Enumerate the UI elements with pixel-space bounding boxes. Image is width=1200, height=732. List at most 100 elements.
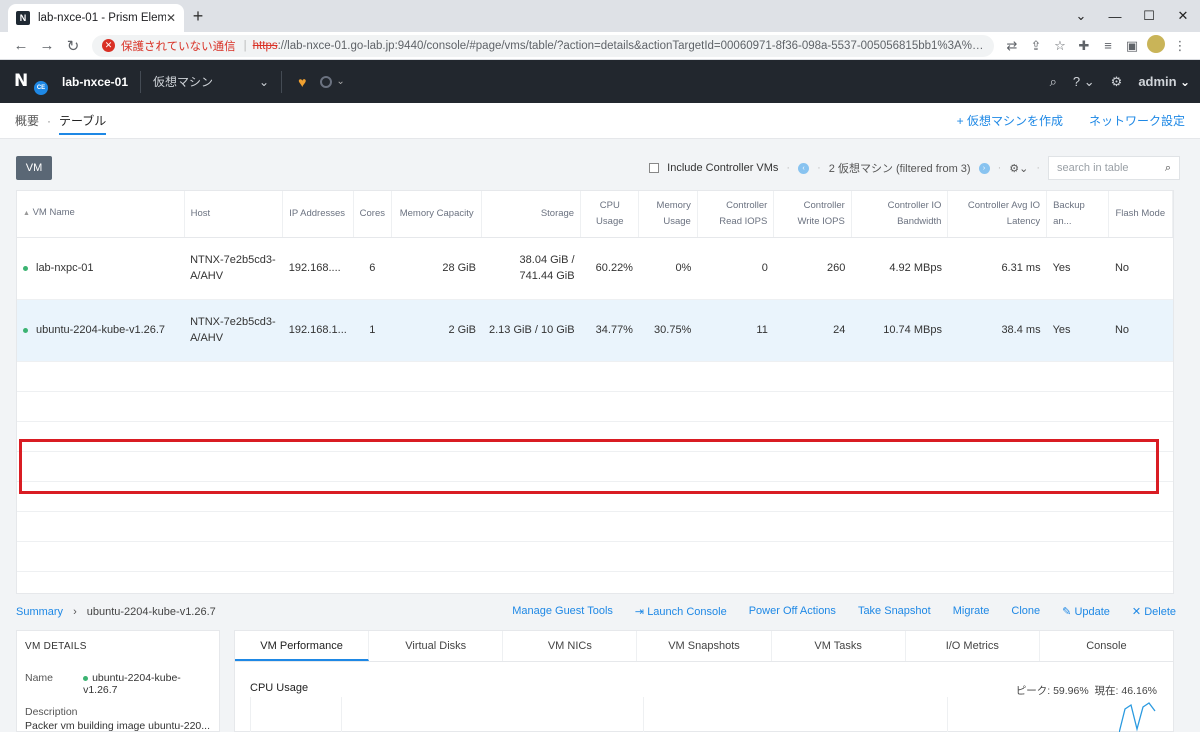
extensions-icon[interactable]: ✚ (1072, 38, 1096, 54)
table-search-input[interactable]: search in table ⌕ (1048, 156, 1180, 180)
migrate-button[interactable]: Migrate (953, 605, 990, 618)
flash-cell: No (1108, 237, 1173, 300)
table-settings-gear-icon[interactable]: ⚙⌄ (1009, 162, 1028, 175)
tab-io-metrics[interactable]: I/O Metrics (906, 631, 1040, 661)
chart-gridline (250, 697, 251, 732)
col-ip-addresses[interactable]: IP Addresses (282, 191, 354, 238)
description-label: Description (25, 706, 78, 718)
section-dropdown[interactable]: 仮想マシン ⌄ (153, 73, 269, 90)
mem-usage-cell: 0% (638, 237, 698, 300)
insecure-warning-icon: ✕ (102, 39, 115, 52)
ip-cell: 192.168.1... (282, 299, 354, 362)
col-cores[interactable]: Cores (353, 191, 392, 238)
close-window-icon[interactable]: ✕ (1166, 0, 1200, 32)
alerts-chevron-icon[interactable]: ⌄ (336, 76, 344, 87)
tab-table[interactable]: テーブル (59, 112, 107, 135)
bookmark-star-icon[interactable]: ☆ (1048, 38, 1072, 54)
tab-console[interactable]: Console (1040, 631, 1173, 661)
table-row-selected[interactable]: ubuntu-2204-kube-v1.26.7 NTNX-7e2b5cd3-A… (17, 299, 1173, 362)
col-memory-usage[interactable]: Memory Usage (638, 191, 698, 238)
tab-vm-performance[interactable]: VM Performance (235, 631, 370, 661)
table-toolbar: Include Controller VMs · ‹ · 2 仮想マシン (fi… (649, 156, 1180, 180)
col-storage[interactable]: Storage (481, 191, 582, 238)
col-controller-read-iops[interactable]: Controller Read IOPS (697, 191, 775, 238)
user-menu[interactable]: admin ⌄ (1138, 74, 1190, 89)
selected-vm-crumb: ubuntu-2204-kube-v1.26.7 (86, 605, 216, 618)
profile-avatar-icon[interactable] (1144, 35, 1168, 56)
power-off-actions-button[interactable]: Power Off Actions (749, 605, 836, 618)
take-snapshot-button[interactable]: Take Snapshot (858, 605, 931, 618)
cpu-cell: 34.77% (580, 299, 639, 362)
summary-link[interactable]: Summary (16, 606, 63, 618)
maximize-icon[interactable]: ☐ (1132, 0, 1166, 32)
app-header: N CE lab-nxce-01 仮想マシン ⌄ ♥ ⌄ ⌕ ? ⌄ ⚙ admi… (0, 60, 1200, 103)
empty-row (17, 391, 1173, 422)
vm-name-cell[interactable]: ubuntu-2204-kube-v1.26.7 (17, 299, 185, 362)
chart-gridline (643, 697, 644, 732)
nutanix-logo-icon[interactable]: N CE (14, 71, 48, 95)
tab-overview[interactable]: 概要 (15, 112, 39, 129)
address-bar: ← → ↻ ✕ 保護されていない通信 | https ://lab-nxce-0… (0, 32, 1200, 60)
col-backup[interactable]: Backup an... (1046, 191, 1110, 238)
reading-list-icon[interactable]: ≡ (1096, 38, 1120, 53)
help-icon[interactable]: ? ⌄ (1073, 74, 1095, 90)
pencil-icon: ✎ (1062, 606, 1072, 618)
create-vm-link[interactable]: + 仮想マシンを作成 (957, 112, 1063, 129)
col-host[interactable]: Host (184, 191, 284, 238)
clone-button[interactable]: Clone (1011, 605, 1040, 618)
new-tab-icon[interactable]: + (188, 6, 208, 27)
host-cell: NTNX-7e2b5cd3-A/AHV (184, 299, 283, 362)
update-button[interactable]: ✎ Update (1062, 605, 1110, 618)
security-warning[interactable]: 保護されていない通信 (121, 38, 236, 54)
col-controller-write-iops[interactable]: Controller Write IOPS (773, 191, 852, 238)
col-cpu-usage[interactable]: CPU Usage (580, 191, 640, 238)
health-heart-icon[interactable]: ♥ (298, 74, 306, 90)
tab-vm-snapshots[interactable]: VM Snapshots (637, 631, 772, 661)
col-controller-avg-io-latency[interactable]: Controller Avg IO Latency (947, 191, 1048, 238)
toolbar-dot: · (786, 162, 791, 174)
tab-virtual-disks[interactable]: Virtual Disks (369, 631, 504, 661)
tab-vm-nics[interactable]: VM NICs (503, 631, 638, 661)
main-content: VM Include Controller VMs · ‹ · 2 仮想マシン … (0, 139, 1200, 732)
launch-console-button[interactable]: ⇥ Launch Console (635, 605, 727, 618)
url-field[interactable]: ✕ 保護されていない通信 | https ://lab-nxce-01.go-l… (92, 34, 994, 57)
latency-cell: 38.4 ms (947, 299, 1047, 362)
minimize-icon[interactable]: — (1098, 0, 1132, 32)
include-controller-label[interactable]: Include Controller VMs (667, 162, 778, 174)
back-icon[interactable]: ← (8, 37, 34, 54)
write-iops-cell: 260 (773, 237, 852, 300)
delete-button[interactable]: ✕ Delete (1132, 605, 1176, 618)
next-page-icon[interactable]: › (978, 162, 990, 174)
subnav-dot: · (47, 113, 52, 128)
prev-page-icon[interactable]: ‹ (798, 162, 810, 174)
network-config-link[interactable]: ネットワーク設定 (1089, 112, 1185, 129)
reload-icon[interactable]: ↻ (60, 37, 86, 55)
tab-search-icon[interactable]: ⌄ (1064, 0, 1098, 32)
sidepanel-icon[interactable]: ▣ (1120, 38, 1144, 54)
col-memory-capacity[interactable]: Memory Capacity (391, 191, 483, 238)
close-tab-icon[interactable]: ✕ (166, 11, 176, 25)
name-label: Name (25, 672, 54, 684)
alerts-icon[interactable] (320, 75, 333, 88)
forward-icon[interactable]: → (34, 37, 60, 54)
table-row[interactable]: lab-nxpc-01 NTNX-7e2b5cd3-A/AHV 192.168.… (17, 237, 1173, 300)
vm-name-cell[interactable]: lab-nxpc-01 (17, 237, 185, 300)
manage-guest-tools-button[interactable]: Manage Guest Tools (512, 605, 613, 618)
write-iops-cell: 24 (773, 299, 852, 362)
tab-vm-tasks[interactable]: VM Tasks (772, 631, 906, 661)
include-controller-checkbox[interactable] (649, 163, 660, 173)
browser-tab[interactable]: N lab-nxce-01 - Prism Element ✕ (8, 4, 184, 32)
chevron-right-icon: › (73, 605, 77, 618)
vm-count: 2 仮想マシン (filtered from 3) (828, 163, 971, 175)
share-icon[interactable]: ⇪ (1024, 38, 1048, 54)
cluster-name[interactable]: lab-nxce-01 (62, 75, 128, 89)
translate-icon[interactable]: ⇄ (1000, 38, 1024, 54)
browser-menu-icon[interactable]: ⋮ (1168, 38, 1192, 54)
col-vm-name[interactable]: ▲ VM Name (17, 191, 185, 238)
vm-entity-button[interactable]: VM (16, 156, 52, 180)
gear-icon[interactable]: ⚙ (1111, 74, 1123, 90)
col-controller-io-bandwidth[interactable]: Controller IO Bandwidth (851, 191, 949, 238)
latency-cell: 6.31 ms (947, 237, 1047, 300)
search-icon[interactable]: ⌕ (1050, 74, 1057, 90)
col-flash-mode[interactable]: Flash Mode (1108, 191, 1173, 238)
